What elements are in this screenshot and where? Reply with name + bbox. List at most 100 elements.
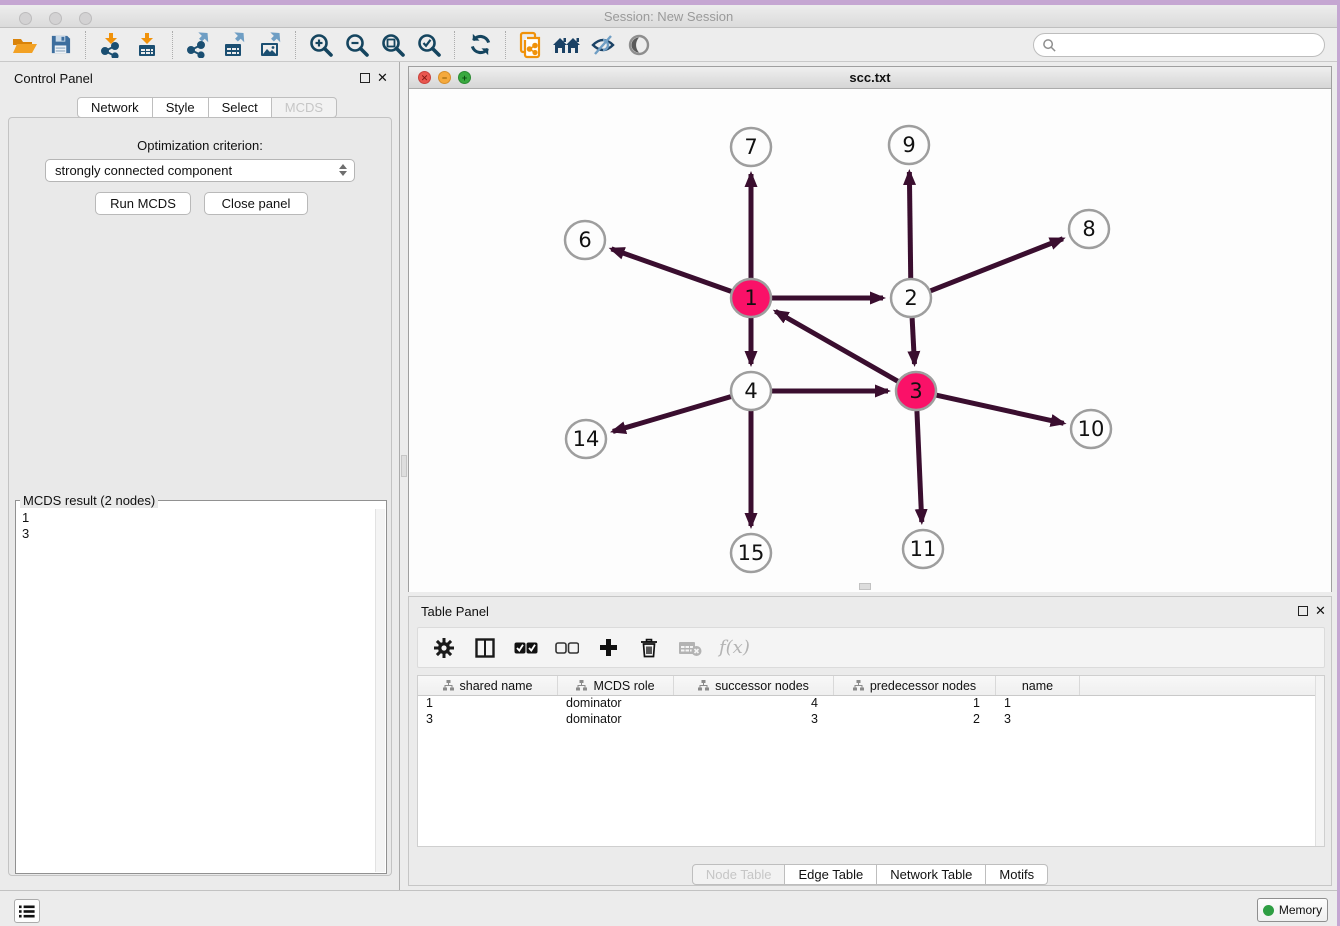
- zoom-fit-icon[interactable]: [375, 30, 411, 60]
- graph-edge[interactable]: [917, 411, 922, 522]
- tab-motifs[interactable]: Motifs: [986, 864, 1048, 885]
- zoom-in-icon[interactable]: [303, 30, 339, 60]
- graph-node-label: 7: [744, 135, 757, 159]
- table-panel-title: Table Panel: [421, 604, 489, 619]
- table-header-row: shared name MCDS rolesuccessor nodes prede…: [418, 676, 1324, 696]
- search-input[interactable]: [1033, 33, 1325, 57]
- graph-edge[interactable]: [909, 172, 910, 278]
- refresh-icon[interactable]: [462, 30, 498, 60]
- close-panel-icon[interactable]: ✕: [377, 70, 388, 86]
- open-icon[interactable]: [6, 30, 42, 60]
- column-header-label: predecessor nodes: [870, 679, 976, 693]
- graph-edge[interactable]: [931, 239, 1063, 291]
- toolbar-separator: [85, 31, 86, 59]
- zoom-selected-icon[interactable]: [411, 30, 447, 60]
- tab-node-table[interactable]: Node Table: [692, 864, 786, 885]
- graph-node-label: 3: [909, 379, 922, 403]
- graph-edge[interactable]: [937, 395, 1064, 423]
- tab-style[interactable]: Style: [153, 97, 209, 118]
- table-cell: 3: [674, 712, 834, 728]
- panel-divider-handle[interactable]: [401, 455, 407, 477]
- tab-network[interactable]: Network: [77, 97, 153, 118]
- network-canvas[interactable]: 7968124314101511: [409, 89, 1331, 592]
- column-header[interactable]: successor nodes: [674, 676, 834, 695]
- close-panel-icon[interactable]: ✕: [1315, 603, 1326, 619]
- column-header-label: shared name: [460, 679, 533, 693]
- table-settings-button[interactable]: [432, 637, 456, 659]
- hide-details-icon[interactable]: [585, 30, 621, 60]
- zoom-selected-icon: [416, 32, 442, 58]
- graph-edge[interactable]: [611, 249, 731, 291]
- trash-icon: [640, 637, 658, 658]
- status-bar: Memory: [0, 890, 1337, 926]
- table-cell: dominator: [558, 712, 674, 728]
- tab-select[interactable]: Select: [209, 97, 272, 118]
- zoom-fit-icon: [380, 32, 406, 58]
- table-row[interactable]: 1dominator411: [418, 696, 1324, 712]
- close-panel-button[interactable]: Close panel: [204, 192, 308, 215]
- memory-button[interactable]: Memory: [1257, 898, 1328, 922]
- mcds-result-scrollbar[interactable]: [375, 509, 385, 872]
- graph-edge[interactable]: [613, 397, 731, 432]
- delete-table-icon: [678, 639, 702, 657]
- graph-node-label: 10: [1078, 417, 1105, 441]
- import-network-icon[interactable]: [93, 30, 129, 60]
- export-image-icon[interactable]: [252, 30, 288, 60]
- tab-edge-table[interactable]: Edge Table: [785, 864, 877, 885]
- control-panel: Control Panel ✕ Network Style Select MCD…: [0, 62, 400, 890]
- table-row[interactable]: 3dominator323: [418, 712, 1324, 728]
- home-icon[interactable]: [549, 30, 585, 60]
- fx-icon: f(x): [719, 637, 750, 658]
- import-table-icon[interactable]: [129, 30, 165, 60]
- network-window-titlebar: ✕ − + scc.txt: [409, 67, 1331, 89]
- table-cell: 4: [674, 696, 834, 712]
- float-panel-icon[interactable]: [1298, 606, 1308, 616]
- table-cell: 1: [834, 696, 996, 712]
- function-builder-button[interactable]: f(x): [719, 637, 750, 658]
- column-header[interactable]: shared name: [418, 676, 558, 695]
- select-all-button[interactable]: [514, 641, 538, 655]
- hide-details-icon: [590, 33, 616, 57]
- delete-column-button[interactable]: [637, 637, 661, 658]
- criterion-dropdown[interactable]: strongly connected component: [45, 159, 355, 182]
- export-image-icon: [257, 32, 284, 58]
- column-header[interactable]: predecessor nodes: [834, 676, 996, 695]
- destroy-table-button[interactable]: [678, 639, 702, 657]
- add-column-button[interactable]: [596, 638, 620, 657]
- mcds-result-text[interactable]: 1 3: [16, 508, 35, 544]
- column-header[interactable]: MCDS role: [558, 676, 674, 695]
- control-panel-tabs: Network Style Select MCDS: [77, 97, 337, 118]
- birds-eye-icon[interactable]: [621, 30, 657, 60]
- graph-node-label: 14: [573, 427, 600, 451]
- graph-edge[interactable]: [775, 311, 897, 381]
- table-panel: Table Panel ✕: [408, 596, 1332, 886]
- graph-node-label: 8: [1082, 217, 1095, 241]
- toolbar-separator: [454, 31, 455, 59]
- checked-boxes-icon: [514, 641, 538, 655]
- save-icon[interactable]: [42, 30, 78, 60]
- gear-icon: [433, 637, 455, 659]
- hierarchy-icon: [576, 680, 587, 691]
- task-history-button[interactable]: [14, 899, 40, 923]
- node-table: shared name MCDS rolesuccessor nodes prede…: [417, 675, 1325, 847]
- column-header[interactable]: name: [996, 676, 1080, 695]
- hierarchy-icon: [443, 680, 454, 691]
- table-cell: 3: [996, 712, 1080, 728]
- mcds-panel: Optimization criterion: strongly connect…: [8, 117, 392, 876]
- network-scroll-grip[interactable]: [859, 583, 871, 590]
- tab-mcds[interactable]: MCDS: [272, 97, 337, 118]
- graph-node-label: 15: [738, 541, 765, 565]
- export-network-icon[interactable]: [180, 30, 216, 60]
- show-columns-button[interactable]: [473, 638, 497, 658]
- graph-edge[interactable]: [912, 318, 914, 364]
- table-scrollbar[interactable]: [1315, 676, 1324, 846]
- export-table-icon[interactable]: [216, 30, 252, 60]
- float-panel-icon[interactable]: [360, 73, 370, 83]
- run-mcds-button[interactable]: Run MCDS: [95, 192, 191, 215]
- zoom-out-icon[interactable]: [339, 30, 375, 60]
- deselect-all-button[interactable]: [555, 641, 579, 655]
- copy-network-icon[interactable]: [513, 30, 549, 60]
- window-titlebar: Session: New Session: [0, 5, 1337, 28]
- tab-network-table[interactable]: Network Table: [877, 864, 986, 885]
- criterion-dropdown-value: strongly connected component: [55, 163, 232, 178]
